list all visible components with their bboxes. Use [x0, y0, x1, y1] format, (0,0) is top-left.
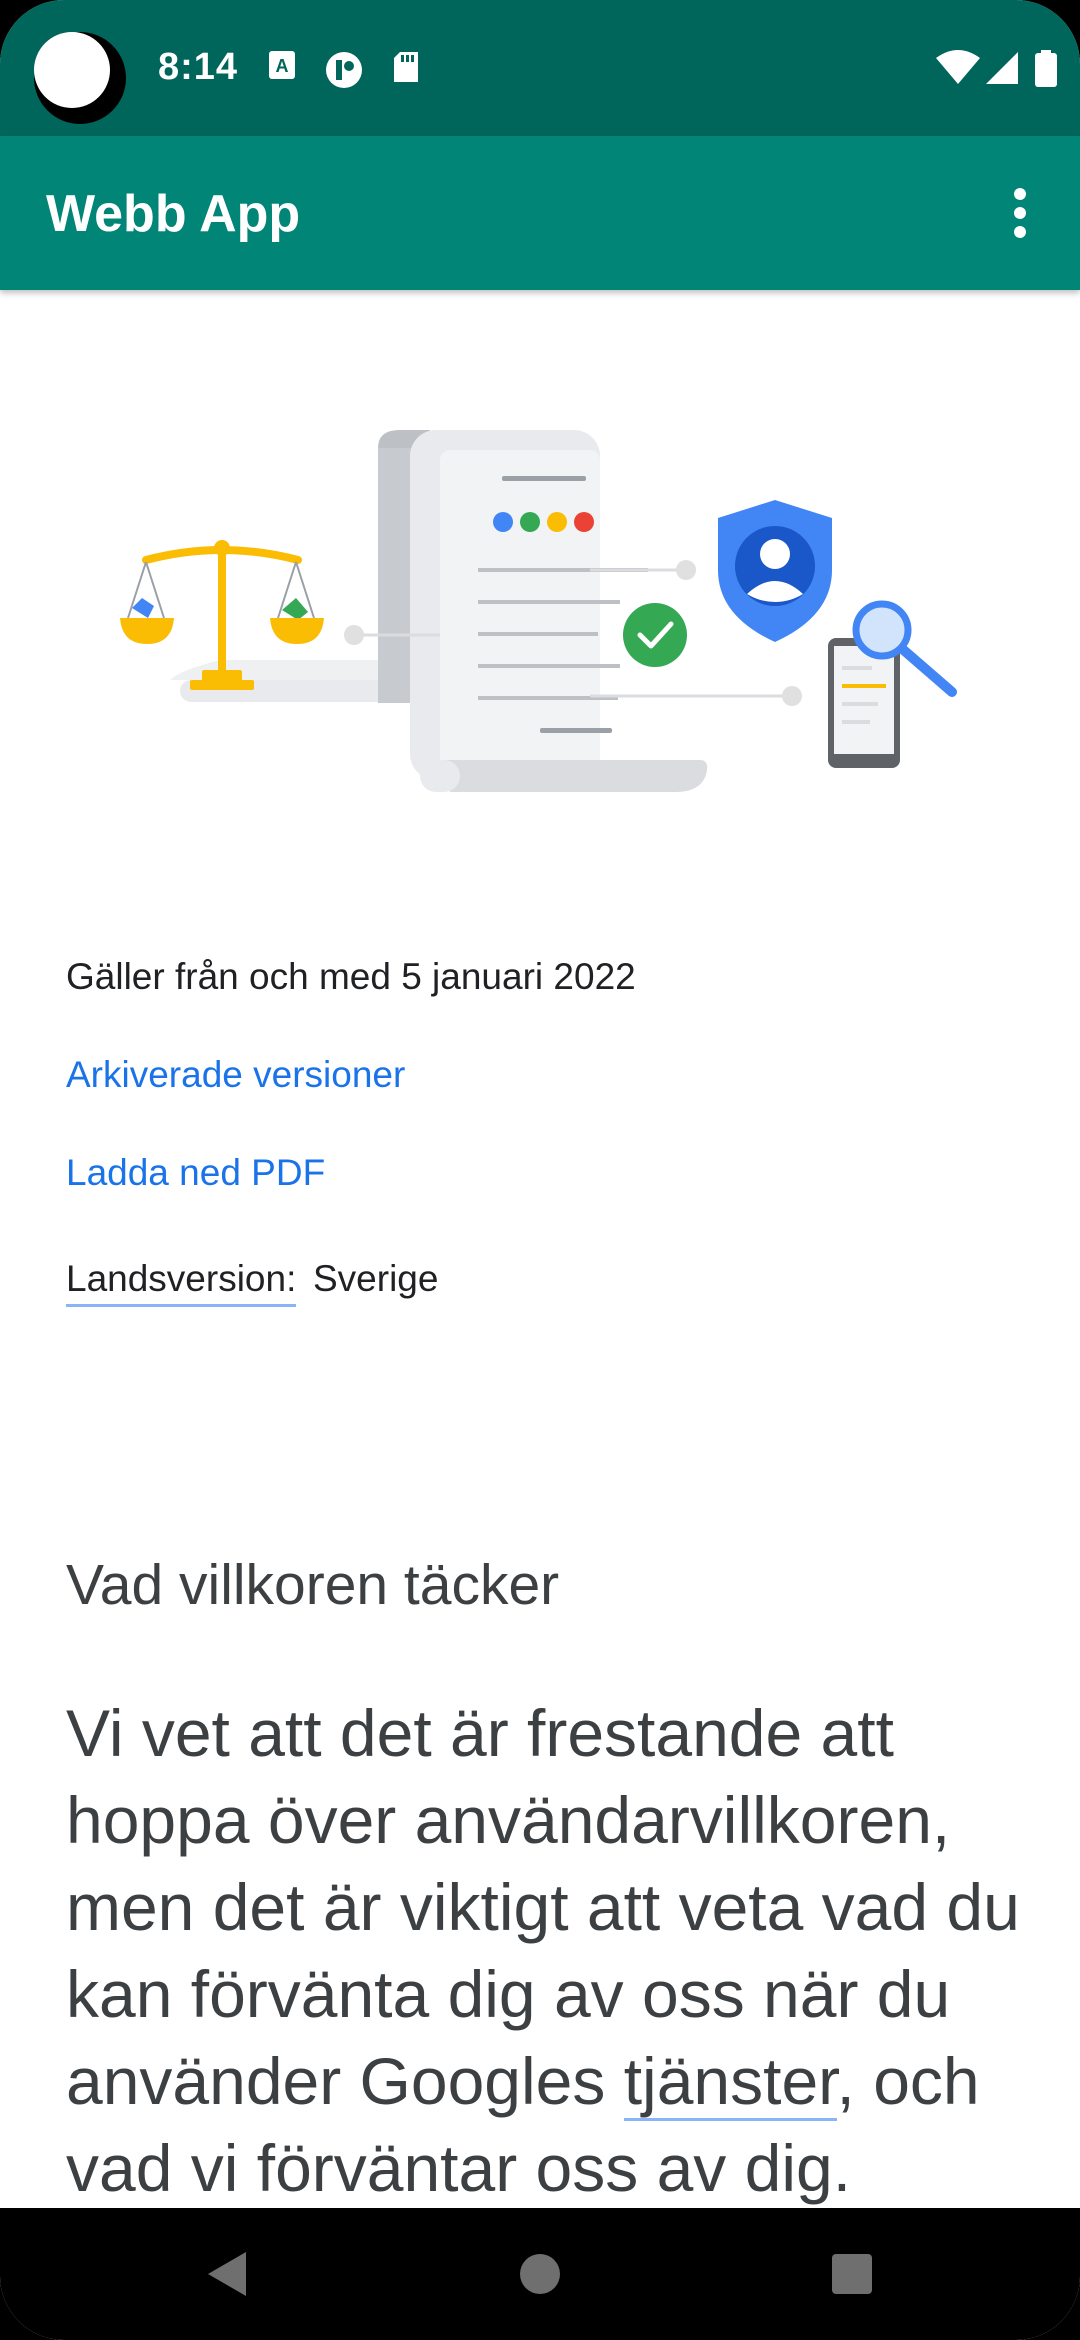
camera-cutout [34, 32, 126, 124]
status-time: 8:14 [158, 46, 239, 88]
screen: 8:14 A Webb App Gäller från och med 5 ja… [0, 0, 1080, 2340]
svg-text:A: A [276, 56, 289, 76]
web-content[interactable]: Gäller från och med 5 januari 2022 Arkiv… [0, 290, 1080, 2208]
section-heading: Vad villkoren täcker [66, 1553, 560, 1617]
sd-card-icon [394, 52, 418, 82]
home-icon[interactable] [510, 2244, 570, 2304]
country-version-label[interactable]: Landsversion: [66, 1258, 297, 1307]
archived-versions-link[interactable]: Arkiverade versioner [66, 1054, 405, 1096]
navigation-bar [0, 2208, 1080, 2340]
recents-icon[interactable] [822, 2244, 882, 2304]
signal-icon [986, 52, 1018, 84]
status-bar: 8:14 A [0, 0, 1080, 136]
terms-illustration [120, 430, 957, 792]
wifi-icon [936, 50, 980, 84]
notification-icon [326, 52, 362, 88]
text-recognition-icon: A [269, 51, 295, 79]
app-title: Webb App [46, 185, 301, 243]
country-version-value: Sverige [313, 1258, 439, 1299]
back-icon[interactable] [196, 2244, 256, 2304]
more-vert-icon[interactable] [990, 176, 1050, 250]
download-pdf-link[interactable]: Ladda ned PDF [66, 1152, 325, 1194]
effective-date: Gäller från och med 5 januari 2022 [66, 956, 636, 997]
battery-icon [1035, 50, 1057, 87]
intro-paragraph: Vi vet att det är frestande att hoppa öv… [66, 1690, 1046, 2208]
app-bar: Webb App [0, 136, 1080, 290]
services-link[interactable]: tjänster [623, 2044, 837, 2121]
